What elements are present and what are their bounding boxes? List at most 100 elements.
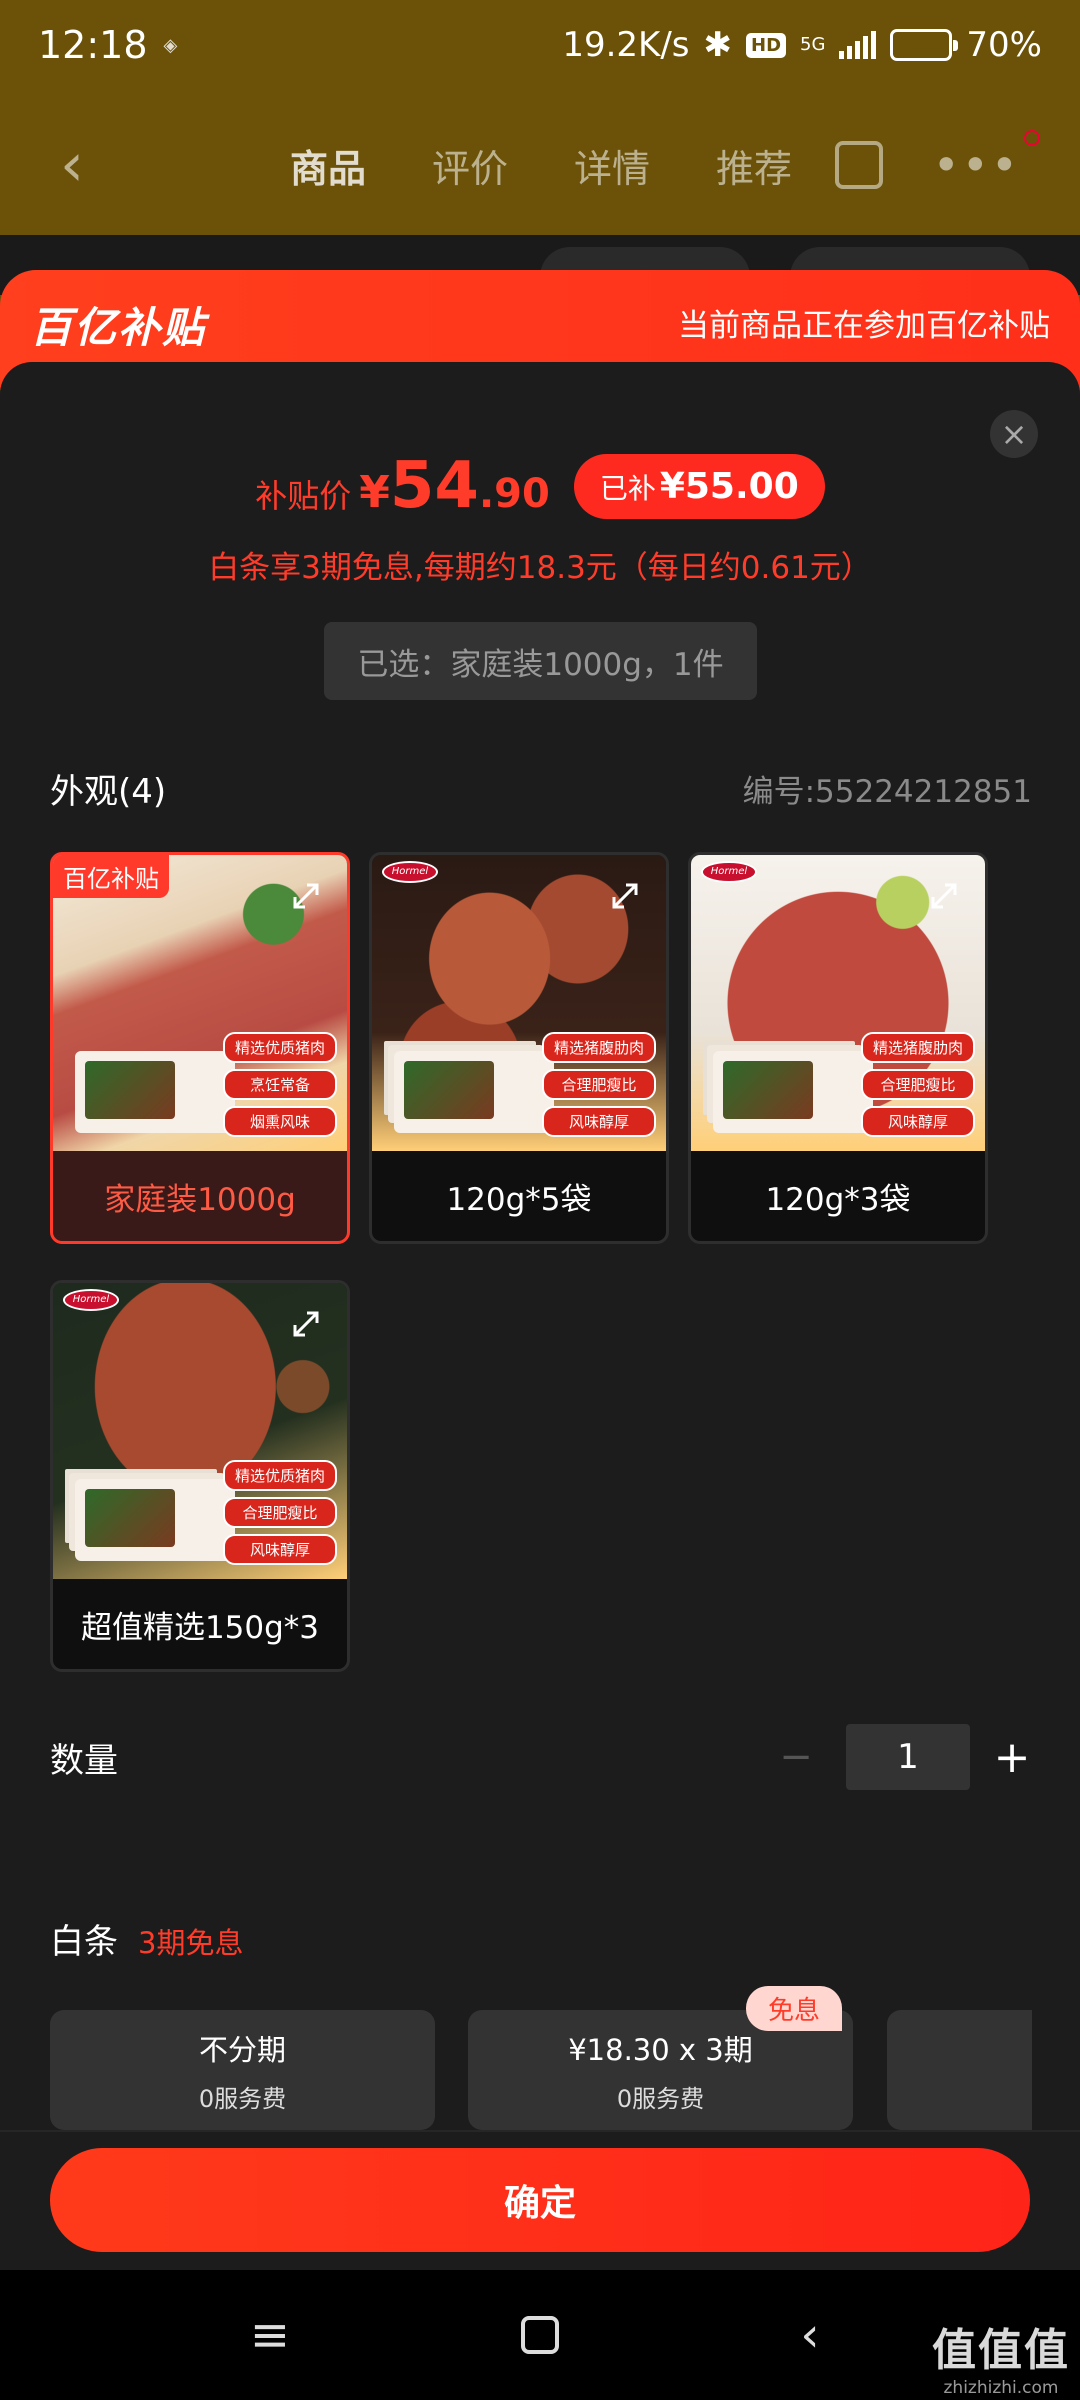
tab-product[interactable]: 商品 (290, 138, 366, 193)
feature-chip: 合理肥瘦比 (541, 1069, 656, 1100)
expand-icon[interactable] (291, 1309, 321, 1339)
plan-6-installments[interactable]: ¥9 含服 (887, 2010, 1032, 2130)
feature-chip: 风味醇厚 (541, 1106, 656, 1137)
package-image (394, 1051, 554, 1133)
expand-icon[interactable] (929, 881, 959, 911)
option-label: 超值精选150g*3 (80, 1609, 320, 1646)
option-card-120g-3[interactable]: Hormel 精选猪腹肋肉 合理肥瘦比 风味醇厚 120g*3袋 (688, 852, 988, 1244)
expand-icon[interactable] (291, 881, 321, 911)
nav-tabs: 商品 评价 详情 推荐 (290, 138, 792, 193)
package-image (75, 1479, 235, 1561)
product-image: Hormel 精选猪腹肋肉 合理肥瘦比 风味醇厚 (372, 855, 666, 1151)
selected-summary: 已选：家庭装1000g，1件 (324, 622, 757, 700)
subsidy-tag: 百亿补贴 (53, 855, 169, 898)
option-label: 120g*5袋 (446, 1181, 592, 1218)
top-nav: ‹ 商品 评价 详情 推荐 ••• (0, 115, 1080, 215)
plan-fee: 0服务费 (616, 2084, 705, 2113)
notification-dot (1024, 130, 1040, 146)
network-type: 5G (800, 34, 826, 55)
back-nav-icon[interactable]: ‹ (780, 2305, 840, 2365)
feature-chip: 合理肥瘦比 (222, 1497, 337, 1528)
hormel-logo: Hormel (382, 861, 438, 883)
baitiao-subtitle: 3期免息 (138, 1926, 244, 1960)
confirm-button[interactable]: 确定 (50, 2148, 1030, 2252)
quantity-row: 数量 − 1 + (50, 1722, 1032, 1792)
product-image: 百亿补贴 精选优质猪肉 烹饪常备 烟熏风味 (53, 855, 347, 1151)
tab-reviews[interactable]: 评价 (432, 138, 508, 193)
signal-icon (839, 31, 877, 59)
battery-text: 70% (966, 25, 1042, 65)
option-label: 家庭装1000g (104, 1181, 296, 1218)
product-image: Hormel 精选优质猪肉 合理肥瘦比 风味醇厚 (53, 1283, 347, 1579)
feature-chips: 精选优质猪肉 合理肥瘦比 风味醇厚 (222, 1460, 337, 1565)
plan-title: ¥18.30 x 3期 (568, 2032, 753, 2067)
system-nav-bar: ≡ ‹ (0, 2270, 1080, 2400)
feature-chips: 精选猪腹肋肉 合理肥瘦比 风味醇厚 (860, 1032, 975, 1137)
quantity-stepper: − 1 + (768, 1724, 1032, 1790)
feature-chip: 精选优质猪肉 (222, 1032, 337, 1063)
baitiao-title: 白条 (50, 1922, 118, 1962)
price-row: 补贴价 ¥ 54 .90 已补 ¥55.00 (0, 436, 1080, 536)
watermark-logo: 值值值 (932, 2325, 1070, 2376)
watermark: 值值值 zhizhizhi.com (932, 2314, 1070, 2398)
feature-chip: 烟熏风味 (222, 1106, 337, 1137)
feature-chip: 合理肥瘦比 (860, 1069, 975, 1100)
feature-chip: 精选优质猪肉 (222, 1460, 337, 1491)
tab-details[interactable]: 详情 (574, 138, 650, 193)
plan-fee: 0服务费 (198, 2084, 287, 2113)
battery-icon (890, 29, 959, 61)
interest-free-tag: 免息 (746, 1986, 843, 2031)
notification-icon: ◈ (163, 34, 178, 56)
hormel-logo: Hormel (63, 1289, 119, 1311)
appearance-header: 外观(4) 编号:55224212851 (50, 764, 1032, 813)
price-label: 补贴价 (255, 477, 352, 515)
status-time: 12:18 (38, 23, 148, 67)
option-card-family-1000g[interactable]: 百亿补贴 精选优质猪肉 烹饪常备 烟熏风味 家庭装1000g (50, 852, 350, 1244)
status-bar: 12:18 ◈ 19.2K/s ✱ HD 5G 70% (0, 0, 1080, 90)
product-code: 编号:55224212851 (742, 774, 1032, 810)
increase-button[interactable]: + (992, 1732, 1032, 1783)
product-image: Hormel 精选猪腹肋肉 合理肥瘦比 风味醇厚 (691, 855, 985, 1151)
installment-info: 白条享3期免息,每期约18.3元（每日约0.61元） (208, 550, 872, 586)
baitiao-header: 白条 3期免息 (50, 1914, 243, 1963)
option-label: 120g*3袋 (765, 1181, 911, 1218)
home-icon[interactable] (510, 2305, 570, 2365)
installment-plans: 不分期 0服务费 ¥18.30 x 3期 0服务费 ¥9 含服 (0, 2006, 1032, 2130)
more-icon[interactable]: ••• (933, 130, 1040, 192)
feature-chip: 精选猪腹肋肉 (541, 1032, 656, 1063)
saved-amount: ¥55.00 (659, 465, 799, 507)
plan-no-installment[interactable]: 不分期 0服务费 (50, 2010, 435, 2130)
feature-chip: 风味醇厚 (860, 1106, 975, 1137)
package-image (75, 1051, 235, 1133)
quantity-input[interactable]: 1 (846, 1724, 970, 1790)
status-right: 19.2K/s ✱ HD 5G 70% (562, 25, 1042, 65)
feature-chip: 风味醇厚 (222, 1534, 337, 1565)
option-card-120g-5[interactable]: Hormel 精选猪腹肋肉 合理肥瘦比 风味醇厚 120g*5袋 (369, 852, 669, 1244)
subsidy-price: 补贴价 ¥ 54 .90 (255, 449, 550, 523)
saved-badge: 已补 ¥55.00 (573, 453, 825, 519)
feature-chip: 精选猪腹肋肉 (860, 1032, 975, 1063)
hormel-logo: Hormel (701, 861, 757, 883)
bluetooth-icon: ✱ (703, 25, 733, 65)
price-decimal: .90 (478, 471, 550, 517)
tab-recommend[interactable]: 推荐 (716, 138, 792, 193)
back-icon[interactable]: ‹ (60, 130, 120, 200)
subsidy-logo: 百亿补贴 (30, 303, 207, 352)
price-integer: 54 (389, 449, 479, 523)
decrease-button[interactable]: − (768, 1734, 824, 1780)
watermark-url: zhizhizhi.com (943, 2378, 1059, 2398)
saved-label: 已补 (599, 471, 656, 505)
package-image (713, 1051, 873, 1133)
feature-chip: 烹饪常备 (222, 1069, 337, 1100)
share-icon[interactable] (834, 141, 883, 189)
menu-icon[interactable]: ≡ (240, 2305, 300, 2365)
plan-title: 不分期 (198, 2032, 286, 2067)
expand-icon[interactable] (610, 881, 640, 911)
feature-chips: 精选优质猪肉 烹饪常备 烟熏风味 (222, 1032, 337, 1137)
net-speed: 19.2K/s (562, 25, 690, 65)
subsidy-banner-text: 当前商品正在参加百亿补贴 (678, 308, 1050, 344)
price-currency: ¥ (359, 467, 390, 518)
quantity-label: 数量 (50, 1740, 118, 1781)
option-card-150g-3[interactable]: Hormel 精选优质猪肉 合理肥瘦比 风味醇厚 超值精选150g*3 (50, 1280, 350, 1672)
feature-chips: 精选猪腹肋肉 合理肥瘦比 风味醇厚 (541, 1032, 656, 1137)
